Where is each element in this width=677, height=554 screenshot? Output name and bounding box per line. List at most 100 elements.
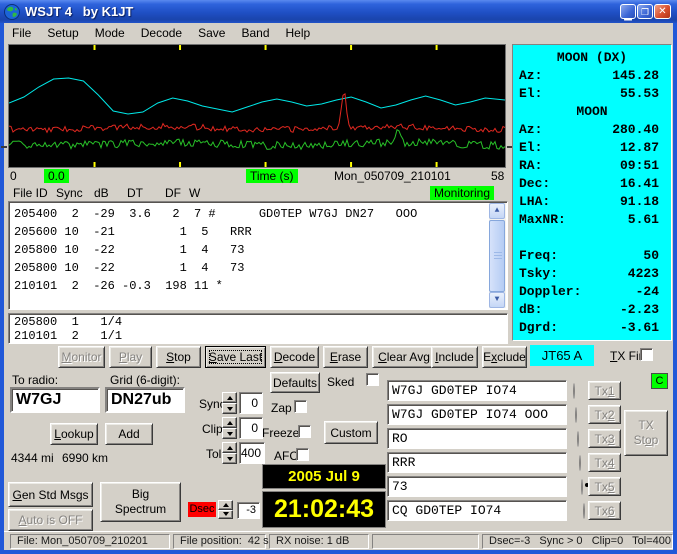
tx-stop-button[interactable]: TX Stop: [624, 410, 668, 456]
menu-item-mode[interactable]: Mode: [87, 25, 133, 41]
decode-row[interactable]: 210101 2 -26 -0.3 198 11 *: [14, 277, 487, 295]
tx5-button[interactable]: Tx 5: [588, 477, 621, 496]
scroll-up-button[interactable]: ▲: [489, 203, 505, 219]
clear-avg-button[interactable]: Clear Avg: [372, 346, 436, 368]
menu-item-file[interactable]: File: [4, 25, 39, 41]
status-panel-file: File: Mon_050709_210201: [10, 534, 170, 549]
moon-row-lha: LHA: 91.18: [519, 194, 659, 209]
decode-row[interactable]: 205800 10 -22 1 4 73: [14, 259, 487, 277]
titlebar[interactable]: WSJT 4 by K1JT ▁ ❐ ✕: [0, 0, 677, 23]
time-axis-label: Time (s): [246, 169, 298, 183]
spectrum-plot[interactable]: [8, 44, 506, 168]
sync-value[interactable]: 0: [239, 392, 263, 414]
defaults-button[interactable]: Defaults: [270, 372, 320, 393]
average-row[interactable]: 210101 2 1/1: [14, 329, 502, 343]
zap-checkbox[interactable]: [294, 400, 307, 413]
play-button[interactable]: Play: [109, 346, 152, 368]
stop-button[interactable]: Stop: [156, 346, 201, 368]
decode-row[interactable]: 205600 10 -21 1 5 RRR: [14, 223, 487, 241]
menu-item-setup[interactable]: Setup: [39, 25, 86, 41]
decode-row[interactable]: 205400 2 -29 3.6 2 7 # GD0TEP W7GJ DN27 …: [14, 205, 487, 223]
menu-item-band[interactable]: Band: [233, 25, 277, 41]
tx-message-2-input[interactable]: [387, 404, 567, 425]
decode-row[interactable]: 205800 10 -22 1 4 73: [14, 241, 487, 259]
column-header-dt: DT: [127, 186, 143, 200]
tx1-radio[interactable]: [573, 383, 575, 399]
moon-row-el: El: 55.53: [519, 86, 659, 101]
tol-value[interactable]: 400: [239, 442, 265, 464]
plot-file-id: Mon_050709_210101: [334, 169, 451, 183]
clip-spinner[interactable]: [222, 417, 237, 439]
decode-text-area[interactable]: ▲ ▼ 205400 2 -29 3.6 2 7 # GD0TEP W7GJ D…: [8, 201, 508, 310]
dsec-spinner[interactable]: [218, 500, 233, 519]
clip-label: Clip: [202, 422, 223, 436]
tx4-button[interactable]: Tx 4: [588, 453, 621, 472]
moon-row-dgrd: Dgrd: -3.61: [519, 320, 659, 335]
gen-std-msgs-button[interactable]: Gen Std Msgs: [8, 482, 93, 507]
lookup-button[interactable]: Lookup: [50, 423, 98, 445]
clip-spin-up[interactable]: [222, 417, 237, 428]
dsec-spin-up[interactable]: [218, 500, 233, 510]
sked-label: Sked: [327, 375, 355, 389]
sync-spin-down[interactable]: [222, 403, 237, 414]
tol-spinner[interactable]: [222, 442, 237, 464]
monitor-button[interactable]: Monitor: [58, 346, 105, 368]
average-row[interactable]: 205800 1 1/4: [14, 315, 502, 329]
tol-spin-up[interactable]: [222, 442, 237, 453]
tx-message-3-input[interactable]: [387, 428, 567, 449]
sync-spinner[interactable]: [222, 392, 237, 414]
time-end-label: 58: [491, 169, 505, 183]
zap-label: Zap: [271, 401, 292, 415]
tx1-button[interactable]: Tx 1: [588, 381, 621, 400]
tx-message-1-input[interactable]: [387, 380, 567, 401]
custom-button[interactable]: Custom: [324, 421, 378, 444]
menu-item-decode[interactable]: Decode: [133, 25, 190, 41]
tx6-radio[interactable]: [583, 503, 585, 519]
to-radio-input[interactable]: [10, 387, 100, 413]
tx4-radio[interactable]: [579, 455, 581, 471]
decode-button[interactable]: Decode: [270, 346, 319, 368]
time-display: 21:02:43: [262, 491, 386, 528]
exclude-button[interactable]: Ex clude: [482, 346, 527, 368]
tx-first-checkbox[interactable]: [640, 348, 653, 361]
sked-checkbox[interactable]: [366, 373, 379, 386]
tx2-button[interactable]: Tx 2: [588, 405, 621, 424]
dsec-spin-down[interactable]: [218, 509, 233, 519]
clip-spin-down[interactable]: [222, 428, 237, 439]
scroll-down-button[interactable]: ▼: [489, 292, 505, 308]
column-header-w: W: [189, 186, 201, 200]
tol-spin-down[interactable]: [222, 453, 237, 464]
decode-scrollbar[interactable]: ▲ ▼: [489, 203, 506, 308]
tx2-radio[interactable]: [575, 407, 577, 423]
menu-item-save[interactable]: Save: [190, 25, 233, 41]
tx-message-5-input[interactable]: [387, 476, 567, 497]
clip-value[interactable]: 0: [239, 417, 263, 439]
afc-checkbox[interactable]: [296, 448, 309, 461]
tx-message-4-input[interactable]: [387, 452, 567, 473]
sync-spin-up[interactable]: [222, 392, 237, 403]
save-last-button[interactable]: Save Last: [205, 346, 266, 368]
tx-message-6-input[interactable]: [387, 500, 567, 521]
auto-button[interactable]: Auto is OFF: [8, 509, 93, 531]
tol-label: Tol: [206, 447, 222, 461]
tx3-button[interactable]: Tx 3: [588, 429, 621, 448]
big-spectrum-button[interactable]: Big Spectrum: [100, 482, 181, 522]
status-panel-file-position: File position: 42 s: [173, 534, 269, 549]
grid-input[interactable]: [105, 387, 185, 413]
tx3-radio[interactable]: [577, 431, 579, 447]
tx6-button[interactable]: Tx 6: [588, 501, 621, 520]
freeze-checkbox[interactable]: [298, 425, 311, 438]
grid-label: Grid (6-digit):: [110, 373, 181, 387]
close-button[interactable]: ✕: [654, 4, 671, 19]
average-text-area[interactable]: 205800 1 1/4 210101 2 1/1: [8, 313, 508, 344]
add-button[interactable]: Add: [105, 423, 153, 445]
minimize-button[interactable]: ▁: [620, 4, 636, 21]
freeze-label: Freeze: [262, 426, 300, 440]
scrollbar-thumb[interactable]: [489, 220, 505, 292]
include-button[interactable]: Include: [431, 346, 478, 368]
maximize-button[interactable]: ❐: [637, 4, 653, 19]
dsec-value[interactable]: -3: [237, 502, 260, 519]
erase-button[interactable]: Erase: [323, 346, 368, 368]
menu-item-help[interactable]: Help: [278, 25, 319, 41]
tx5-radio[interactable]: [581, 479, 583, 495]
